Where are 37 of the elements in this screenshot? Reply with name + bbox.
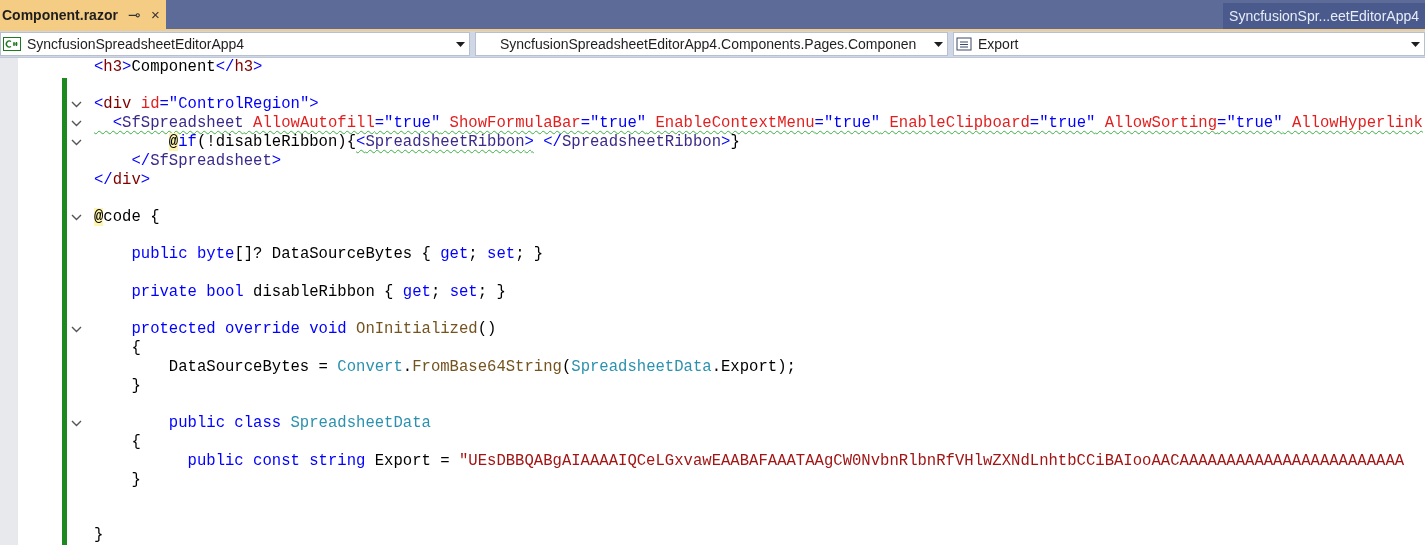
navigation-dropdown[interactable]: SyncfusionSpreadsheetEditorApp4 xyxy=(0,32,470,56)
navigation-dropdown[interactable]: SyncfusionSpreadsheetEditorApp4.Components.Pages.Componen xyxy=(475,32,948,56)
navigation-dropdown[interactable]: Export xyxy=(953,32,1425,56)
close-icon[interactable]: × xyxy=(150,6,160,23)
csharp-project-icon xyxy=(3,37,21,51)
code-line: </div> xyxy=(94,170,151,190)
code-line: public byte[]? DataSourceBytes { get; set; } xyxy=(130,245,544,265)
dropdown-caret-icon[interactable] xyxy=(456,41,465,47)
code-line: DataSourceBytes = Convert.FromBase64String(SpreadsheetData.Export); xyxy=(167,357,796,377)
fold-chevron-icon[interactable] xyxy=(71,214,82,222)
code-line: @code { xyxy=(94,208,160,227)
code-line: public class SpreadsheetData xyxy=(167,413,431,433)
code-line: } xyxy=(130,376,141,396)
fold-chevron-icon[interactable] xyxy=(71,139,82,146)
code-line: protected override void OnInitialized() xyxy=(130,319,497,339)
code-line: <h3>Component</h3> xyxy=(94,58,263,77)
fold-chevron-icon[interactable] xyxy=(71,325,82,333)
fold-chevron-icon[interactable] xyxy=(71,101,82,109)
field-icon xyxy=(956,37,972,51)
code-line: } xyxy=(94,526,104,545)
code-line: private bool disableRibbon { get; set; } xyxy=(130,282,506,302)
solution-tab[interactable]: SyncfusionSpr...eetEditorApp4 xyxy=(1223,2,1425,29)
file-tab[interactable]: Component.razor ⊸ × xyxy=(0,0,166,29)
code-line: <div id="ControlRegion"> xyxy=(94,95,319,115)
dropdown-caret-icon[interactable] xyxy=(934,41,943,47)
dropdown-caret-icon[interactable] xyxy=(1411,41,1420,47)
code-line: </SfSpreadsheet> xyxy=(130,151,282,171)
tab-label[interactable]: Component.razor xyxy=(2,6,118,23)
code-line: } xyxy=(130,470,141,490)
fold-chevron-icon[interactable] xyxy=(71,419,82,427)
fold-chevron-icon[interactable] xyxy=(71,120,82,128)
code-line: <SfSpreadsheet AllowAutofill="true" ShowFormulaBar="true" EnableContextMenu="true" EnableClipboard="true" AllowSorting="true" AllowHyperlink xyxy=(111,114,1423,134)
code-line: { xyxy=(130,338,141,358)
pin-icon[interactable]: ⊸ xyxy=(127,5,141,24)
code-line: @if(!disableRibbon){<SpreadsheetRibbon> </SpreadsheetRibbon>} xyxy=(94,133,740,152)
code-line: public const string Export = "UEsDBBQABgAIAAAAIQCeLGxvawEAABAFAAATAAgCW0NvbnRlbnRfVHlwZXNdLnhtbCCiBAIooAACAAAAAAAAAAAAAAAAAAAAAAAA xyxy=(186,451,1405,471)
code-line: { xyxy=(130,432,141,452)
